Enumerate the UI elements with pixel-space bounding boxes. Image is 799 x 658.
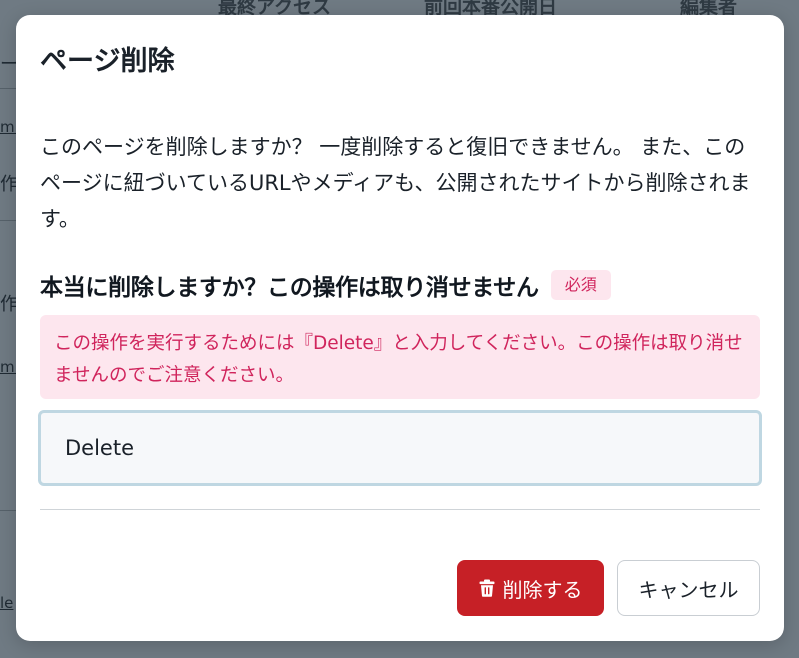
dialog-title: ページ削除 (40, 46, 175, 77)
trash-icon (479, 579, 494, 597)
delete-page-dialog: ページ削除 このページを削除しますか？ 一度削除すると復旧できません。 また、こ… (16, 15, 784, 641)
delete-button[interactable]: 削除する (457, 560, 604, 616)
cancel-button-label: キャンセル (638, 577, 739, 602)
background-row-divider (0, 220, 16, 221)
footer-divider (40, 509, 760, 510)
confirm-delete-input[interactable] (38, 410, 762, 486)
background-row-link: le (0, 594, 14, 612)
delete-button-label: 削除する (502, 577, 583, 602)
background-row-divider (0, 88, 16, 89)
background-row-divider (0, 510, 16, 511)
cancel-button[interactable]: キャンセル (617, 560, 760, 616)
confirm-field-label: 本当に削除しますか？この操作は取り消せません (40, 275, 539, 301)
required-badge: 必須 (550, 270, 611, 300)
warning-message: この操作を実行するためには『Delete』と入力してください。この操作は取り消せ… (40, 315, 760, 399)
confirm-field-label-row: 本当に削除しますか？この操作は取り消せません 必須 (40, 267, 770, 303)
dialog-description: このページを削除しますか？ 一度削除すると復旧できません。 また、このページに紐… (40, 135, 751, 231)
